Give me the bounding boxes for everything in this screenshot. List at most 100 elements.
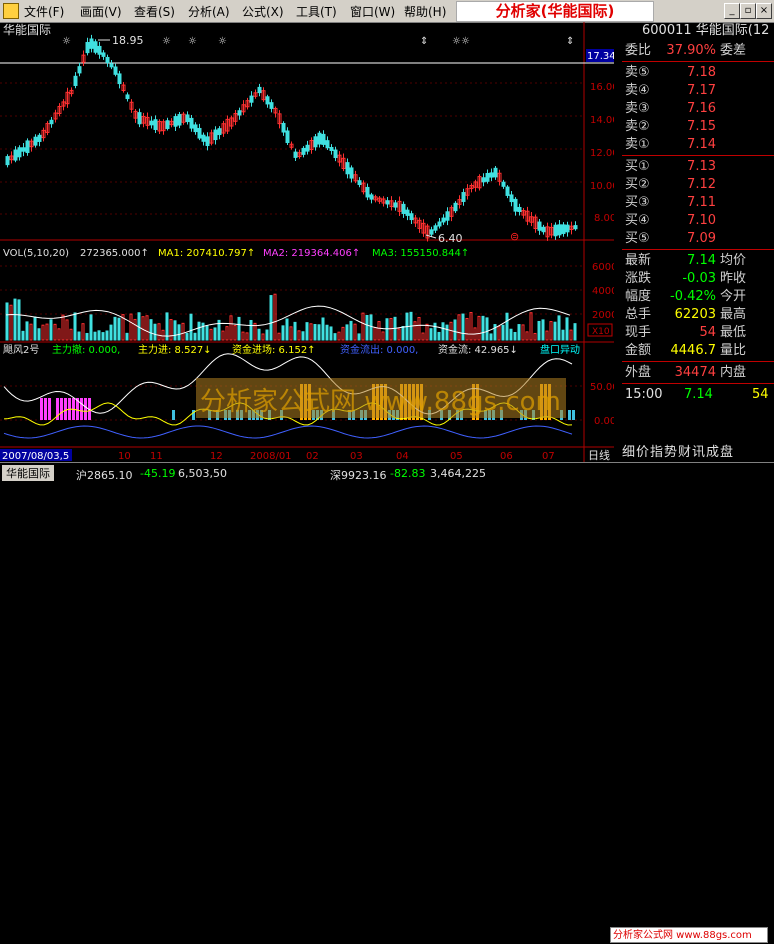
volume-bar (205, 325, 209, 341)
volume-bar (193, 332, 197, 341)
volume-bar (353, 323, 357, 341)
chart-area[interactable]: ☼ ☼ ☼ ☼ ☼☼ ⇕ ⇕ 华能国际 18.95 6.40 ⊜ 17.343 … (0, 22, 614, 462)
restore-icon[interactable]: ▫ (740, 3, 756, 19)
panel-tabs[interactable]: 细价指势财讯成盘 (622, 441, 774, 461)
volume-bar (93, 331, 97, 341)
volume-bar (433, 322, 437, 341)
price-tick: 12.00 (590, 148, 614, 159)
volume-bar (185, 332, 189, 341)
volume-bar (461, 313, 465, 341)
volume-bar (49, 319, 53, 341)
candle-body (313, 136, 318, 148)
menu-formula[interactable]: 公式(X) (242, 3, 284, 20)
price-tick: 16.00 (590, 82, 614, 93)
volume-bar (397, 328, 401, 341)
volume-bar (237, 316, 241, 341)
volume-bar (493, 324, 497, 341)
candle-body (513, 198, 518, 212)
buy-row-label: 买④ (625, 213, 650, 228)
volume-bar (553, 321, 557, 341)
stat-row-value: -0.42% (670, 289, 716, 304)
candle-body (237, 110, 242, 116)
candle-body (197, 127, 202, 139)
volume-bar (105, 330, 109, 341)
menu-view[interactable]: 画面(V) (80, 3, 122, 20)
candle-body (201, 134, 206, 142)
menu-tools[interactable]: 工具(T) (296, 3, 337, 20)
panel-tab-labels[interactable]: 细价指势财讯成盘 (622, 445, 734, 460)
vol-tick: 60000 (592, 262, 614, 273)
weicha-label: 委差 (720, 43, 747, 58)
volume-bar (13, 298, 17, 341)
menu-file[interactable]: 文件(F) (24, 3, 64, 20)
volume-bar (197, 321, 201, 341)
volume-bar (289, 326, 293, 341)
candle-body (301, 147, 306, 155)
candle-body (21, 147, 26, 152)
candle-body (269, 102, 274, 109)
candle-body (109, 63, 114, 68)
candle-body (77, 66, 82, 74)
sell-row-label: 卖④ (625, 83, 650, 98)
volume-bar (265, 329, 269, 341)
candle-body (265, 96, 270, 105)
volume-bar (53, 323, 57, 341)
volume-bar (569, 329, 573, 341)
stat-row-label: 最新 (625, 253, 652, 268)
price-tick: 10.00 (590, 181, 614, 192)
candle-body (437, 221, 442, 227)
app-icon[interactable] (3, 3, 19, 19)
volume-bar (421, 332, 425, 341)
volume-bar (45, 323, 49, 341)
period-tag[interactable]: 日线 (588, 448, 610, 462)
stock-code: 600011 华能国际(12 (642, 23, 770, 38)
candle-body (321, 133, 326, 145)
volume-bar (277, 332, 281, 341)
menu-help[interactable]: 帮助(H) (404, 3, 446, 20)
volume-bar (437, 331, 441, 341)
candle-body (33, 136, 38, 146)
volume-bar (173, 320, 177, 341)
candle-body (205, 136, 210, 147)
indicator-bar (40, 398, 43, 420)
minimize-icon[interactable]: _ (724, 3, 740, 19)
menu-look[interactable]: 查看(S) (134, 3, 175, 20)
buy-row-label: 买③ (625, 195, 650, 210)
volume-bar (301, 331, 305, 341)
buy-row-value: 7.09 (687, 231, 716, 246)
candle-body (105, 56, 110, 64)
volume-bar (465, 317, 469, 341)
status-bar: 华能国际 沪2865.10 -45.19 6,503,50 深9923.16 -… (0, 462, 774, 943)
indicator-bar (572, 410, 575, 420)
stat-row-value: 62203 (674, 307, 716, 322)
volume-bar (349, 320, 353, 341)
time-label: 03 (350, 451, 363, 462)
buy-row-value: 7.10 (687, 213, 716, 228)
volume-bar (9, 304, 13, 341)
price-tick: 8.00 (594, 213, 614, 224)
volume-bar (89, 314, 93, 341)
brand-title: 分析家(华能国际) (456, 1, 654, 22)
close-icon[interactable]: × (756, 3, 772, 19)
candle-body (97, 45, 102, 55)
status-watermark: 分析家公式网 www.88gs.com (610, 927, 768, 943)
low-price-label: 6.40 (438, 232, 463, 245)
volume-bar (389, 318, 393, 341)
candle-body (541, 226, 546, 233)
status-tab[interactable]: 华能国际 (2, 465, 54, 481)
menu-analysis[interactable]: 分析(A) (188, 3, 230, 20)
high-price-label: 18.95 (112, 34, 144, 47)
candle-body (125, 94, 130, 100)
candle-body (153, 119, 158, 130)
volume-bar (477, 315, 481, 341)
time-label: 02 (306, 451, 319, 462)
candle-body (285, 130, 290, 144)
menu-window[interactable]: 窗口(W) (350, 3, 395, 20)
candle-body (101, 52, 106, 57)
vol-tick: 20000 (592, 310, 614, 321)
volume-bar (417, 316, 421, 341)
candle-body (573, 225, 578, 230)
tick-volume: 54 (752, 387, 769, 402)
volume-bar (21, 330, 25, 341)
volume-bar (469, 312, 473, 341)
